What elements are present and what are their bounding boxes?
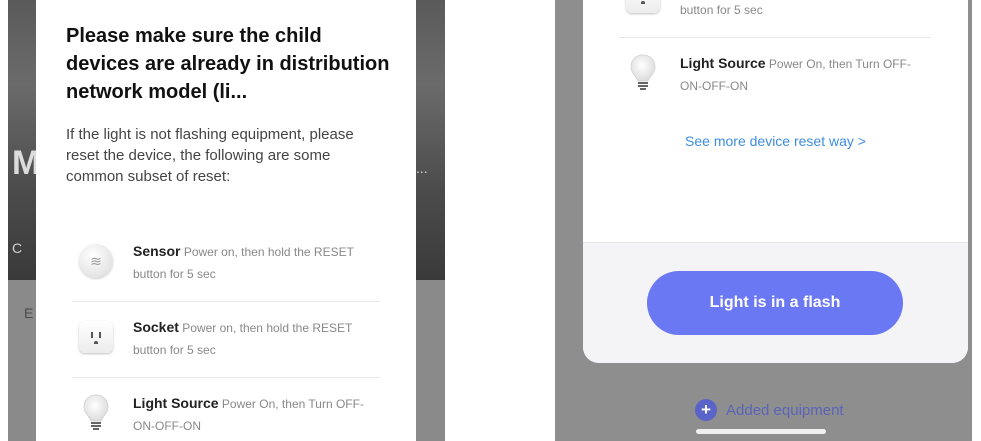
reset-guide-dialog: Please make sure the child devices are a… — [36, 0, 416, 441]
right-screen: button for 5 sec Light Source Power On, … — [555, 0, 972, 441]
light-bulb-icon — [77, 394, 115, 432]
dialog-description: If the light is not flashing equipment, … — [66, 126, 354, 185]
background-ellipsis: ... — [416, 160, 428, 176]
device-instruction: button for 5 sec — [680, 3, 763, 17]
reset-guide-dialog-scrolled: button for 5 sec Light Source Power On, … — [583, 0, 968, 363]
device-name: Light Source — [680, 55, 766, 71]
device-name: Sensor — [133, 243, 181, 259]
device-item-light-source: Light Source Power On, then Turn OFF-ON-… — [619, 46, 931, 106]
light-bulb-icon — [624, 54, 662, 92]
light-is-flashing-button[interactable]: Light is in a flash — [647, 271, 903, 335]
device-reset-list: ≋ Sensor Power on, then hold the RESET b… — [72, 226, 380, 441]
device-description: Light Source Power On, then Turn OFF-ON-… — [680, 52, 927, 97]
plus-circle-icon: + — [695, 399, 717, 421]
device-item-sensor: ≋ Sensor Power on, then hold the RESET b… — [72, 226, 380, 302]
device-item-socket-partial: button for 5 sec — [619, 0, 931, 38]
device-description: Light Source Power On, then Turn OFF-ON-… — [133, 392, 380, 437]
device-name: Light Source — [133, 395, 219, 411]
socket-icon — [77, 318, 115, 356]
device-name: Socket — [133, 319, 179, 335]
home-indicator[interactable] — [696, 429, 826, 434]
device-item-light-source: Light Source Power On, then Turn OFF-ON-… — [72, 378, 380, 441]
background-text-fragment-lower: E — [24, 305, 34, 321]
device-description: Socket Power on, then hold the RESET but… — [133, 316, 380, 361]
sensor-icon: ≋ — [77, 242, 115, 280]
background-text-fragment: C — [12, 240, 23, 256]
device-item-socket: Socket Power on, then hold the RESET but… — [72, 302, 380, 378]
added-equipment-link[interactable]: + Added equipment — [695, 399, 844, 421]
added-equipment-label: Added equipment — [726, 401, 844, 419]
socket-icon — [624, 0, 662, 16]
device-description: Sensor Power on, then hold the RESET but… — [133, 240, 380, 285]
dialog-title: Please make sure the child devices are a… — [66, 25, 390, 103]
left-screen: M C E ... Please make sure the child dev… — [8, 0, 445, 441]
see-more-reset-link[interactable]: See more device reset way > — [583, 133, 968, 149]
